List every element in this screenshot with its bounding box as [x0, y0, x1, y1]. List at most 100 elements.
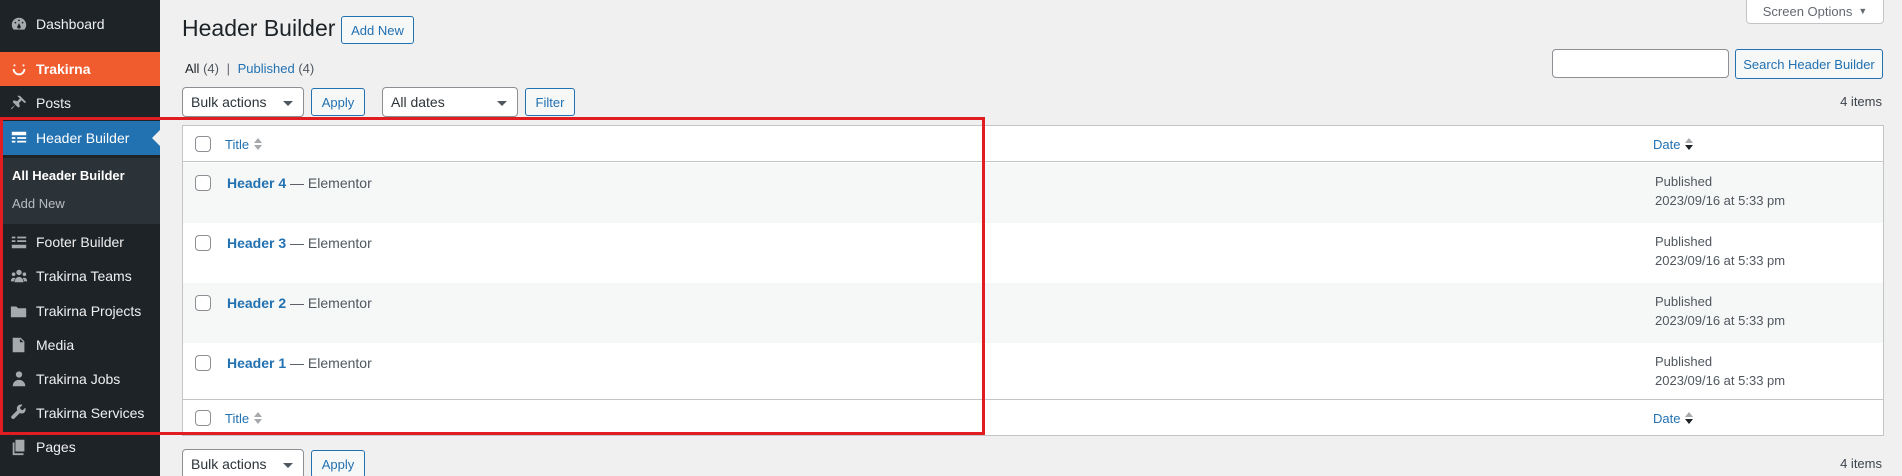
row-title-suffix: — Elementor [290, 175, 372, 191]
sort-icon [253, 136, 263, 152]
admin-sidebar: Dashboard Trakirna Posts Header Builder … [0, 0, 160, 476]
row-date: 2023/09/16 at 5:33 pm [1655, 313, 1786, 328]
table-row[interactable]: Header 4 — Elementor Published 2023/09/1… [183, 163, 1883, 223]
sidebar-item-label: Trakirna Jobs [36, 371, 121, 387]
sidebar-item-trakirna-jobs[interactable]: Trakirna Jobs [0, 362, 160, 396]
sidebar-item-header-builder[interactable]: Header Builder [0, 121, 160, 155]
apply-button-bottom[interactable]: Apply [311, 450, 365, 476]
search-input[interactable] [1552, 49, 1729, 78]
sort-desc-icon [1684, 136, 1694, 152]
column-date-label: Date [1653, 136, 1681, 152]
row-title-suffix: — Elementor [290, 355, 372, 371]
row-checkbox[interactable] [195, 355, 211, 371]
row-date: 2023/09/16 at 5:33 pm [1655, 193, 1786, 208]
sidebar-item-label: Header Builder [36, 130, 130, 146]
row-title: Header 1 — Elementor [227, 355, 372, 371]
select-all-checkbox[interactable] [195, 136, 211, 152]
row-checkbox[interactable] [195, 295, 211, 311]
sidebar-item-label: Pages [36, 439, 76, 455]
row-status: Published [1655, 294, 1713, 309]
row-title-suffix: — Elementor [290, 235, 372, 251]
footer-icon [9, 232, 29, 252]
folder-icon [9, 301, 29, 321]
row-checkbox[interactable] [195, 175, 211, 191]
sort-icon [253, 410, 263, 426]
table-row[interactable]: Header 2 — Elementor Published 2023/09/1… [183, 283, 1883, 343]
sidebar-item-media[interactable]: Media [0, 328, 160, 362]
businessperson-icon [9, 369, 29, 389]
bulk-actions-select[interactable]: Bulk actions [182, 87, 304, 117]
filter-published[interactable]: Published (4) [238, 61, 315, 76]
header-builder-submenu: All Header Builder Add New [0, 158, 160, 224]
add-new-button[interactable]: Add New [341, 16, 414, 44]
posts-table: Title Date Header 4 — Elementor Publishe… [182, 125, 1884, 436]
sidebar-item-label: Footer Builder [36, 234, 124, 250]
media-icon [9, 335, 29, 355]
wrench-icon [9, 403, 29, 423]
column-footer-date[interactable]: Date [1653, 410, 1694, 426]
caret-down-icon: ▼ [1858, 6, 1868, 16]
row-title-link[interactable]: Header 2 [227, 295, 286, 311]
sidebar-item-trakirna[interactable]: Trakirna [0, 52, 160, 86]
filter-all-count: (4) [203, 61, 219, 76]
status-filters: All (4) | Published (4) [185, 61, 314, 76]
date-filter-value: All dates [391, 94, 445, 110]
sidebar-item-label: Trakirna Projects [36, 303, 142, 319]
bulk-actions-select-bottom[interactable]: Bulk actions [182, 449, 304, 476]
row-date: 2023/09/16 at 5:33 pm [1655, 373, 1786, 388]
row-title-link[interactable]: Header 3 [227, 235, 286, 251]
sidebar-item-label: Trakirna Services [36, 405, 145, 421]
filter-published-count: (4) [298, 61, 315, 76]
date-filter-select[interactable]: All dates [382, 87, 518, 117]
page-icon [9, 437, 29, 457]
row-title: Header 2 — Elementor [227, 295, 372, 311]
submenu-item-all-header-builder[interactable]: All Header Builder [12, 168, 125, 183]
items-count: 4 items [1840, 94, 1882, 109]
groups-icon [9, 266, 29, 286]
submenu-item-add-new[interactable]: Add New [12, 196, 65, 211]
dashboard-icon [9, 14, 29, 34]
table-row[interactable]: Header 3 — Elementor Published 2023/09/1… [183, 223, 1883, 283]
column-title-label: Title [225, 410, 250, 426]
sidebar-item-footer-builder[interactable]: Footer Builder [0, 225, 160, 259]
search-button[interactable]: Search Header Builder [1735, 49, 1883, 79]
sidebar-item-dashboard[interactable]: Dashboard [0, 7, 160, 41]
sidebar-item-label: Trakirna Teams [36, 268, 132, 284]
screen-options-label: Screen Options [1762, 3, 1853, 19]
select-all-checkbox-footer[interactable] [195, 410, 211, 426]
row-status: Published [1655, 354, 1713, 369]
sidebar-item-label: Media [36, 337, 75, 353]
sidebar-item-trakirna-projects[interactable]: Trakirna Projects [0, 294, 160, 328]
chevron-down-icon [496, 96, 508, 108]
row-status: Published [1655, 234, 1713, 249]
sidebar-item-pages[interactable]: Pages [0, 430, 160, 464]
table-header: Title Date [183, 126, 1883, 162]
row-title: Header 4 — Elementor [227, 175, 372, 191]
column-header-date[interactable]: Date [1653, 136, 1694, 152]
filter-separator: | [226, 61, 230, 76]
column-header-title[interactable]: Title [225, 136, 263, 152]
column-title-label: Title [225, 136, 250, 152]
apply-button[interactable]: Apply [311, 88, 365, 116]
bulk-actions-value: Bulk actions [191, 94, 267, 110]
page-title: Header Builder [182, 15, 336, 41]
sidebar-item-label: Dashboard [36, 16, 105, 32]
column-footer-title[interactable]: Title [225, 410, 263, 426]
row-date: 2023/09/16 at 5:33 pm [1655, 253, 1786, 268]
sidebar-item-posts[interactable]: Posts [0, 86, 160, 120]
row-title-link[interactable]: Header 1 [227, 355, 286, 371]
sidebar-item-label: Trakirna [36, 61, 91, 77]
table-row[interactable]: Header 1 — Elementor Published 2023/09/1… [183, 343, 1883, 403]
row-checkbox[interactable] [195, 235, 211, 251]
sidebar-item-trakirna-services[interactable]: Trakirna Services [0, 396, 160, 430]
sidebar-item-trakirna-teams[interactable]: Trakirna Teams [0, 259, 160, 293]
row-title-link[interactable]: Header 4 [227, 175, 286, 191]
filter-all[interactable]: All (4) [185, 61, 219, 76]
column-date-label: Date [1653, 410, 1681, 426]
row-status: Published [1655, 174, 1713, 189]
pin-icon [9, 93, 29, 113]
screen-options-button[interactable]: Screen Options ▼ [1746, 0, 1884, 24]
sort-desc-icon [1684, 410, 1694, 426]
filter-button[interactable]: Filter [525, 88, 575, 116]
chevron-down-icon [282, 96, 294, 108]
